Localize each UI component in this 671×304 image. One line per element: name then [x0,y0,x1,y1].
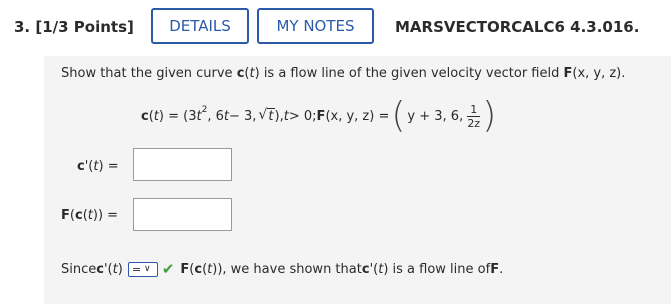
conclusion-sentence: Since c '(t) = ∨ ✔ F(c(t)), we have shown… [61,260,504,278]
problem-equation: c(t) = (3 t 2, 6t − 3, √ t ), t > 0; F (x, y… [141,95,497,136]
Fc-label: F(c(t)) = [61,208,119,223]
sqrt-symbol: √ t [258,106,275,124]
chevron-down-icon: ∨ [144,264,151,274]
relation-select-value: = [131,262,142,276]
question-number: 3. [1/3 Points] [14,18,134,36]
details-button[interactable]: DETAILS [151,8,249,44]
cprime-label: c'(t) = [77,159,119,174]
problem-code: MARSVECTORCALC6 4.3.016. [395,18,640,36]
left-angle-paren: ( [391,95,406,136]
problem-prompt: Show that the given curve c(t) is a flow… [61,66,626,81]
Fc-answer-input[interactable] [133,198,232,231]
question-header: 3. [1/3 Points] DETAILS MY NOTES MARSVEC… [0,0,671,56]
right-angle-paren: ) [482,95,497,136]
fraction: 1 2z [467,102,481,130]
check-icon: ✔ [161,260,175,278]
cprime-answer-input[interactable] [133,148,232,181]
points-label: [1/3 Points] [35,18,134,36]
my-notes-button[interactable]: MY NOTES [257,8,374,44]
relation-select[interactable]: = ∨ [127,261,158,277]
